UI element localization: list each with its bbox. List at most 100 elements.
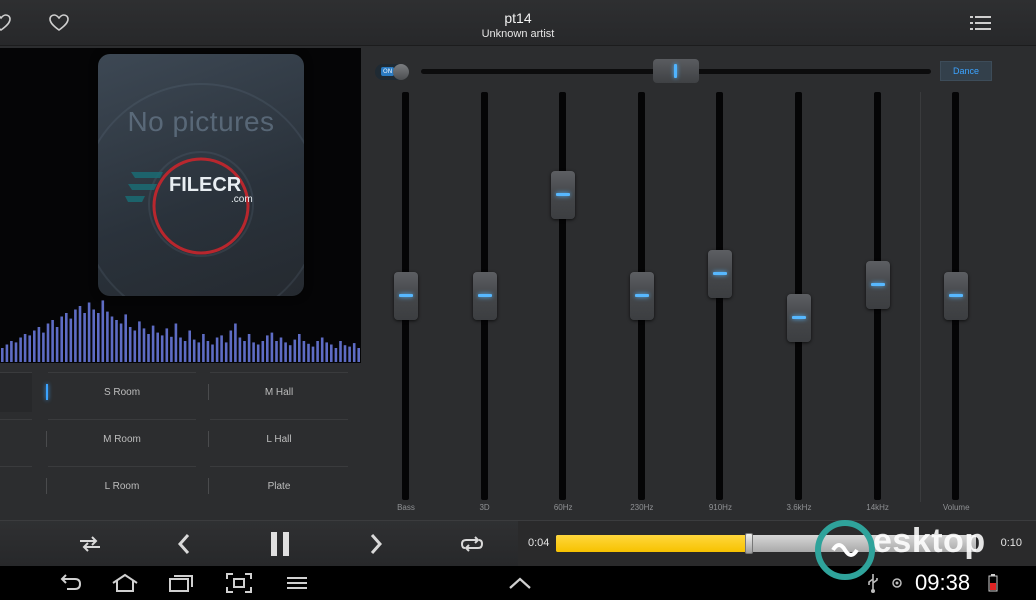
- spectrum-bar: [5, 344, 9, 362]
- eq-slider-thumb[interactable]: [472, 272, 497, 320]
- eq-slider-thumb[interactable]: [629, 272, 654, 320]
- spectrum-bar: [206, 341, 210, 362]
- spectrum-bar: [170, 336, 173, 362]
- eq-divider: [919, 92, 921, 502]
- spectrum-bar: [124, 314, 127, 362]
- spectrum-bar: [97, 313, 100, 362]
- spectrum-bar: [42, 332, 45, 362]
- eq-band-60hz: 60Hz: [543, 92, 583, 518]
- cell-separator: [46, 431, 47, 447]
- eq-slider-thumb[interactable]: [865, 261, 890, 310]
- eq-band-label: 60Hz: [553, 503, 573, 512]
- spectrum-bar: [275, 341, 278, 362]
- spectrum-bar: [83, 313, 86, 362]
- cell-separator: [208, 431, 209, 447]
- chevron-up-icon[interactable]: [505, 570, 535, 596]
- reverb-preset-s-room[interactable]: S Room: [48, 372, 196, 412]
- no-pictures-label: No pictures: [127, 106, 275, 137]
- spectrum-bar: [188, 330, 191, 362]
- next-icon[interactable]: [361, 529, 391, 559]
- spectrum-bar: [348, 346, 351, 362]
- spectrum-bar: [119, 323, 123, 362]
- spectrum-bar: [106, 311, 109, 362]
- home-icon[interactable]: [110, 570, 140, 596]
- spectrum-bar: [320, 337, 324, 362]
- balance-slider-thumb[interactable]: [653, 59, 699, 83]
- track-title: pt14: [504, 10, 532, 26]
- spectrum-bar: [270, 332, 274, 362]
- eq-band-volume: Volume: [936, 92, 976, 518]
- spectrum-bar: [288, 345, 292, 362]
- filecr-domain: .com: [231, 194, 253, 205]
- reverb-stub-cell: [0, 419, 32, 459]
- spectrum-bar: [133, 330, 137, 362]
- eq-slider-thumb[interactable]: [944, 272, 969, 320]
- spectrum-bar: [334, 348, 338, 362]
- pause-icon[interactable]: [265, 529, 295, 559]
- spectrum-bar: [339, 341, 342, 362]
- menu-icon[interactable]: [282, 570, 312, 596]
- spectrum-bar: [55, 327, 59, 362]
- spectrum-bar: [183, 341, 187, 362]
- spectrum-bar: [311, 346, 315, 362]
- recent-apps-icon[interactable]: [166, 570, 196, 596]
- selected-indicator: [46, 384, 48, 400]
- eq-slider-thumb[interactable]: [787, 293, 811, 342]
- previous-icon[interactable]: [169, 529, 199, 559]
- spectrum-bar: [325, 342, 328, 362]
- spectrum-bar: [23, 334, 27, 362]
- eq-band-label: Volume: [942, 503, 970, 512]
- reverb-preset-m-room[interactable]: M Room: [48, 419, 196, 459]
- seek-bar-thumb[interactable]: [745, 533, 754, 554]
- spectrum-bar: [19, 337, 22, 362]
- repeat-icon[interactable]: [457, 529, 487, 559]
- spectrum-bar: [298, 334, 301, 362]
- spectrum-bar: [261, 341, 265, 362]
- spectrum-bar: [224, 342, 228, 362]
- filecr-logo-icon: [125, 157, 250, 255]
- eq-band-230hz: 230Hz: [622, 92, 662, 518]
- spectrum-bar: [220, 335, 223, 362]
- screenshot-icon[interactable]: [224, 570, 254, 596]
- eq-slider-track[interactable]: [559, 92, 567, 500]
- reverb-preset-m-hall[interactable]: M Hall: [210, 372, 348, 412]
- eq-slider-thumb[interactable]: [394, 272, 418, 320]
- spectrum-bar: [330, 344, 333, 362]
- eq-slider-thumb[interactable]: [708, 250, 733, 299]
- eq-preset-button[interactable]: Dance: [940, 61, 992, 81]
- album-art-panel: No pictures FILECR .com: [0, 48, 361, 363]
- eq-band-14khz: 14kHz: [858, 92, 898, 518]
- spectrum-bar: [229, 330, 233, 362]
- spectrum-bar: [316, 341, 319, 362]
- spectrum-bar: [28, 335, 31, 362]
- eq-band-bass: Bass: [386, 92, 426, 518]
- spectrum-bar: [243, 341, 246, 362]
- shuffle-icon[interactable]: [75, 529, 105, 559]
- spectrum-bar: [266, 335, 269, 362]
- reverb-stub-cell: [0, 466, 32, 506]
- back-icon[interactable]: [55, 570, 85, 596]
- spectrum-bar: [234, 323, 237, 362]
- spectrum-bar: [92, 309, 95, 362]
- app-window: pt14 Unknown artist No pictures FILECR .…: [0, 0, 1036, 600]
- menu-list-icon[interactable]: [968, 10, 994, 36]
- spectrum-bar: [46, 323, 50, 362]
- reverb-preset-plate[interactable]: Plate: [210, 466, 348, 506]
- reverb-preset-l-room[interactable]: L Room: [48, 466, 196, 506]
- eq-band-910hz: 910Hz: [700, 92, 740, 518]
- reverb-preset-l-hall[interactable]: L Hall: [210, 419, 348, 459]
- eq-band-label: 3.6kHz: [786, 503, 812, 512]
- spectrum-bar: [65, 313, 68, 362]
- spectrum-bar: [87, 302, 91, 362]
- desktop-watermark: esktop: [815, 518, 1035, 582]
- eq-slider-thumb[interactable]: [551, 171, 576, 220]
- spectrum-bar: [302, 341, 306, 362]
- cell-separator: [208, 384, 209, 400]
- eq-band-label: 3D: [479, 503, 490, 512]
- spectrum-bar: [215, 337, 219, 362]
- spectrum-bar: [293, 339, 297, 362]
- spectrum-bar: [60, 316, 63, 362]
- spectrum-visualizer: [1, 300, 360, 362]
- eq-enable-toggle[interactable]: ON: [375, 64, 409, 80]
- spectrum-bar: [138, 321, 141, 362]
